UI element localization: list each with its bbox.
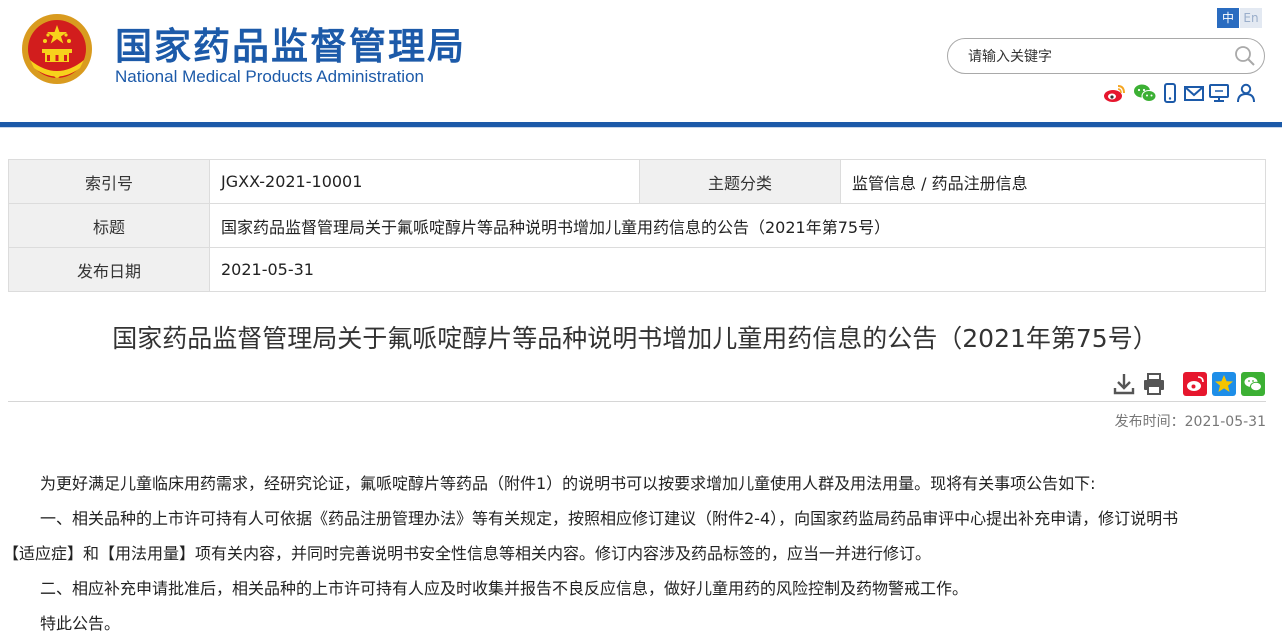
- mobile-icon[interactable]: [1163, 83, 1177, 103]
- title-label: 标题: [8, 203, 210, 248]
- print-icon[interactable]: [1142, 372, 1166, 396]
- share-weibo-icon[interactable]: [1183, 372, 1207, 396]
- header-divider-light: [0, 127, 1282, 128]
- category-label: 主题分类: [639, 159, 841, 204]
- paragraph: 为更好满足儿童临床用药需求，经研究论证，氟哌啶醇片等药品（附件1）的说明书可以按…: [40, 474, 1096, 493]
- site-name-en[interactable]: National Medical Products Administration: [115, 67, 424, 87]
- national-emblem-icon[interactable]: [20, 12, 94, 86]
- wechat-icon[interactable]: [1133, 83, 1157, 103]
- site-header: 国家药品监督管理局 National Medical Products Admi…: [0, 0, 1282, 122]
- weibo-icon[interactable]: [1103, 83, 1127, 103]
- table-row: 索引号 JGXX-2021-10001 主题分类 监管信息 / 药品注册信息: [8, 159, 1266, 204]
- download-icon[interactable]: [1113, 372, 1135, 396]
- monitor-icon[interactable]: [1208, 83, 1230, 103]
- paragraph: 【适应症】和【用法用量】项有关内容，并同时完善说明书安全性信息等相关内容。修订内…: [3, 544, 932, 563]
- title-value: 国家药品监督管理局关于氟哌啶醇片等品种说明书增加儿童用药信息的公告（2021年第…: [209, 203, 1266, 248]
- paragraph: 特此公告。: [40, 614, 121, 633]
- date-value: 2021-05-31: [209, 247, 1266, 292]
- share-wechat-icon[interactable]: [1241, 372, 1265, 396]
- site-name-cn[interactable]: 国家药品监督管理局: [115, 16, 466, 70]
- date-label: 发布日期: [8, 247, 210, 292]
- article-title: 国家药品监督管理局关于氟哌啶醇片等品种说明书增加儿童用药信息的公告（2021年第…: [112, 324, 1158, 353]
- search-box: [947, 38, 1265, 74]
- category-value: 监管信息 / 药品注册信息: [840, 159, 1266, 204]
- search-input[interactable]: [966, 46, 1230, 68]
- table-row: 标题 国家药品监督管理局关于氟哌啶醇片等品种说明书增加儿童用药信息的公告（202…: [8, 203, 1266, 248]
- title-divider: [8, 401, 1266, 402]
- index-label: 索引号: [8, 159, 210, 204]
- lang-en-button[interactable]: En: [1240, 8, 1262, 28]
- search-icon[interactable]: [1234, 45, 1256, 67]
- article-body: 为更好满足儿童临床用药需求，经研究论证，氟哌啶醇片等药品（附件1）的说明书可以按…: [3, 466, 1268, 641]
- index-value: JGXX-2021-10001: [209, 159, 640, 204]
- mail-icon[interactable]: [1184, 83, 1204, 103]
- publish-time: 发布时间：2021-05-31: [1114, 414, 1266, 430]
- share-qzone-icon[interactable]: [1212, 372, 1236, 396]
- paragraph: 二、相应补充申请批准后，相关品种的上市许可持有人应及时收集并报告不良反应信息，做…: [40, 579, 969, 598]
- lang-cn-button[interactable]: 中: [1217, 8, 1239, 28]
- paragraph: 一、相关品种的上市许可持有人可依据《药品注册管理办法》等有关规定，按照相应修订建…: [40, 509, 1179, 528]
- metadata-table: 索引号 JGXX-2021-10001 主题分类 监管信息 / 药品注册信息 标…: [8, 159, 1266, 292]
- table-row: 发布日期 2021-05-31: [8, 247, 1266, 292]
- user-icon[interactable]: [1236, 83, 1256, 103]
